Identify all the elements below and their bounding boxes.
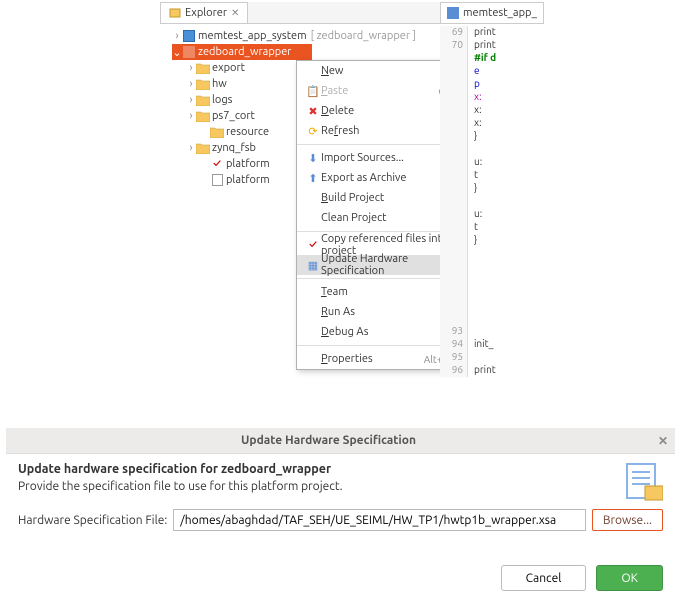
paste-icon: 📋 <box>305 85 321 98</box>
code-line: 96print <box>440 364 530 377</box>
code-editor[interactable]: 69print70print#if depx:x:x:} u:t} u:t} 9… <box>440 26 530 377</box>
export-icon: ⬆ <box>305 172 321 185</box>
ok-button[interactable]: OK <box>596 565 663 591</box>
tree-label: memtest_app_system <box>198 30 307 42</box>
tree-root-memtest[interactable]: › memtest_app_system [ zedboard_wrapper … <box>172 28 422 44</box>
folder-icon <box>196 78 210 90</box>
code-line <box>440 312 530 325</box>
dialog-heading: Update hardware specification for zedboa… <box>18 462 663 476</box>
code-line: 70print <box>440 39 530 52</box>
code-line: 93 <box>440 325 530 338</box>
code-line: #if d <box>440 52 530 65</box>
doc-icon <box>210 174 224 186</box>
tree-label: resource <box>226 126 269 138</box>
spec-icon <box>621 460 663 502</box>
code-line: } <box>440 234 530 247</box>
code-line: 69print <box>440 26 530 39</box>
dialog-title: Update Hardware Specification <box>6 434 651 447</box>
code-line: 94init_ <box>440 338 530 351</box>
code-line <box>440 143 530 156</box>
check-icon: ✓ <box>305 239 321 251</box>
chevron-right-icon: › <box>186 62 196 74</box>
code-line: x: <box>440 117 530 130</box>
tree-label: platform <box>226 174 270 186</box>
close-icon[interactable]: ✕ <box>651 434 675 448</box>
code-line: } <box>440 182 530 195</box>
code-line: e <box>440 65 530 78</box>
import-icon: ⬇ <box>305 152 321 165</box>
folder-icon <box>196 62 210 74</box>
project-icon <box>182 30 196 42</box>
check-icon: ✓ <box>210 158 224 170</box>
chevron-right-icon: › <box>186 78 196 90</box>
chevron-down-icon: ⌄ <box>172 46 182 59</box>
chevron-right-icon: › <box>172 30 182 42</box>
tree-label: export <box>212 62 245 74</box>
folder-icon <box>196 142 210 154</box>
browse-button[interactable]: Browse... <box>592 509 663 531</box>
code-line <box>440 286 530 299</box>
tree-suffix: [ zedboard_wrapper ] <box>311 30 416 42</box>
dialog-buttons: Cancel OK <box>18 565 663 601</box>
tree-label: hw <box>212 78 227 90</box>
close-icon[interactable]: ✕ <box>231 7 239 19</box>
code-line <box>440 247 530 260</box>
code-line: u: <box>440 208 530 221</box>
tree-label: ps7_cort <box>212 110 255 122</box>
delete-icon: ✖ <box>305 105 321 118</box>
folder-icon <box>196 94 210 106</box>
tree-label: zedboard_wrapper <box>198 46 291 58</box>
code-line: } <box>440 130 530 143</box>
code-line <box>440 195 530 208</box>
update-hardware-dialog: Update Hardware Specification ✕ Update h… <box>6 428 675 609</box>
dialog-title-bar: Update Hardware Specification ✕ <box>6 428 675 454</box>
code-line: x: <box>440 104 530 117</box>
platform-icon <box>182 46 196 58</box>
tree-root-zedboard[interactable]: ⌄ zedboard_wrapper <box>172 44 312 60</box>
code-line: x: <box>440 91 530 104</box>
folder-icon <box>196 110 210 122</box>
cancel-button[interactable]: Cancel <box>501 565 587 591</box>
tree-label: platform <box>226 158 270 170</box>
code-line <box>440 273 530 286</box>
explorer-icon <box>169 7 181 19</box>
hardware-icon: ▦ <box>305 259 321 272</box>
code-line: p <box>440 78 530 91</box>
code-line: u: <box>440 156 530 169</box>
editor-tab[interactable]: memtest_app_ <box>440 2 544 24</box>
code-line: t <box>440 169 530 182</box>
hardware-file-input[interactable] <box>173 509 586 531</box>
dialog-body: Update hardware specification for zedboa… <box>6 454 675 609</box>
file-field-row: Hardware Specification File: Browse... <box>18 509 663 531</box>
explorer-tab[interactable]: Explorer ✕ <box>160 2 248 23</box>
chevron-right-icon: › <box>186 94 196 106</box>
code-line: t <box>440 221 530 234</box>
dialog-subtext: Provide the specification file to use fo… <box>18 480 663 493</box>
code-line <box>440 260 530 273</box>
c-file-icon <box>447 7 459 19</box>
code-line: 95 <box>440 351 530 364</box>
explorer-tab-label: Explorer <box>185 7 227 19</box>
chevron-right-icon: › <box>186 142 196 154</box>
code-line <box>440 299 530 312</box>
tree-label: zynq_fsb <box>212 142 256 154</box>
tree-label: logs <box>212 94 232 106</box>
refresh-icon: ⟳ <box>305 125 321 138</box>
folder-icon <box>210 126 224 138</box>
field-label: Hardware Specification File: <box>18 514 167 527</box>
chevron-right-icon: › <box>186 110 196 122</box>
editor-tab-label: memtest_app_ <box>463 7 537 19</box>
